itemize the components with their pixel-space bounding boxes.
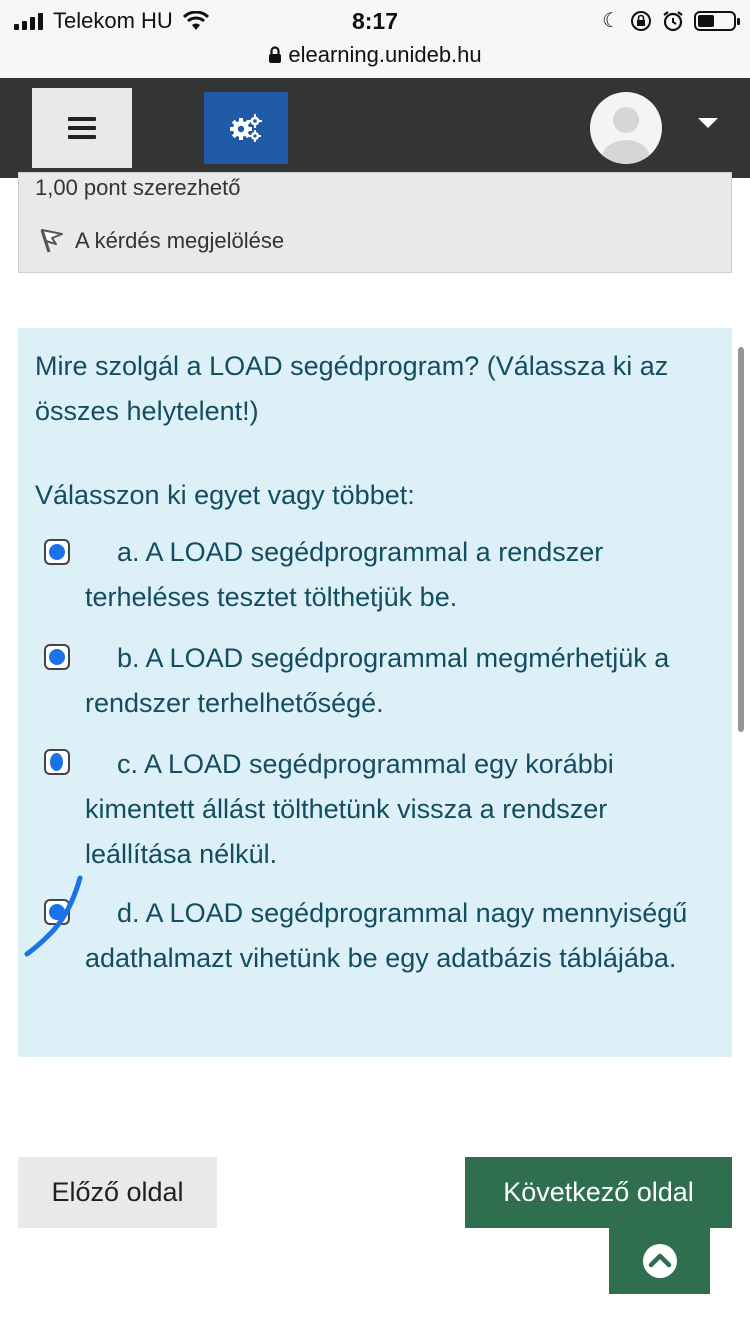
gears-icon	[230, 114, 262, 142]
answer-label: b. A LOAD segédprogrammal megmérhetjük a…	[85, 643, 670, 718]
answer-option-b[interactable]: b. A LOAD segédprogrammal megmérhetjük a…	[85, 636, 705, 726]
pen-stroke-mark	[24, 875, 83, 957]
points-label: 1,00 pont szerezhető	[35, 175, 241, 200]
status-icons: ☾	[602, 8, 740, 33]
next-page-button[interactable]: Következő oldal	[465, 1157, 732, 1228]
lock-icon	[269, 46, 282, 63]
moon-icon: ☾	[602, 10, 620, 32]
settings-button[interactable]	[204, 92, 288, 164]
answer-checkbox-a[interactable]	[44, 539, 70, 565]
battery-icon	[694, 10, 740, 31]
question-content: Mire szolgál a LOAD segédprogram? (Válas…	[18, 328, 732, 1057]
flag-icon	[40, 229, 63, 253]
menu-button[interactable]	[32, 88, 132, 168]
rotation-lock-icon	[631, 10, 651, 31]
address-bar[interactable]: elearning.unideb.hu	[0, 42, 750, 68]
answer-option-d[interactable]: d. A LOAD segédprogrammal nagy mennyiség…	[85, 891, 705, 981]
pen-mark	[50, 753, 63, 771]
flag-label: A kérdés megjelölése	[75, 228, 285, 253]
user-icon	[602, 107, 650, 164]
caret-down-icon[interactable]	[698, 118, 718, 128]
url-text: elearning.unideb.hu	[288, 42, 482, 67]
answer-prompt: Válasszon ki egyet vagy többet:	[35, 480, 415, 510]
question-info: 1,00 pont szerezhető A kérdés megjelölés…	[18, 172, 732, 273]
pen-mark	[49, 649, 65, 665]
question-text: Mire szolgál a LOAD segédprogram? (Válas…	[35, 351, 669, 426]
top-navbar	[0, 78, 750, 178]
answer-checkbox-c[interactable]	[44, 749, 70, 775]
chevron-up-icon	[642, 1244, 677, 1278]
answer-label: a. A LOAD segédprogrammal a rendszer ter…	[85, 537, 604, 612]
pen-mark	[49, 544, 65, 560]
alarm-icon	[663, 10, 683, 31]
hamburger-icon	[68, 112, 96, 144]
scrollbar[interactable]	[738, 347, 744, 732]
answer-option-c[interactable]: c. A LOAD segédprogrammal egy korábbi ki…	[85, 742, 705, 877]
user-avatar[interactable]	[590, 92, 662, 164]
ios-status-bar: Telekom HU 8:17 elearning.unideb.hu ☾	[0, 0, 750, 78]
flag-question-link[interactable]: A kérdés megjelölése	[39, 228, 284, 254]
back-to-top-button[interactable]	[609, 1228, 710, 1294]
answer-option-a[interactable]: a. A LOAD segédprogrammal a rendszer ter…	[85, 530, 705, 620]
answer-checkbox-b[interactable]	[44, 644, 70, 670]
answer-label: c. A LOAD segédprogrammal egy korábbi ki…	[85, 749, 614, 869]
previous-page-button[interactable]: Előző oldal	[18, 1157, 217, 1228]
answer-label: d. A LOAD segédprogrammal nagy mennyiség…	[85, 898, 688, 973]
